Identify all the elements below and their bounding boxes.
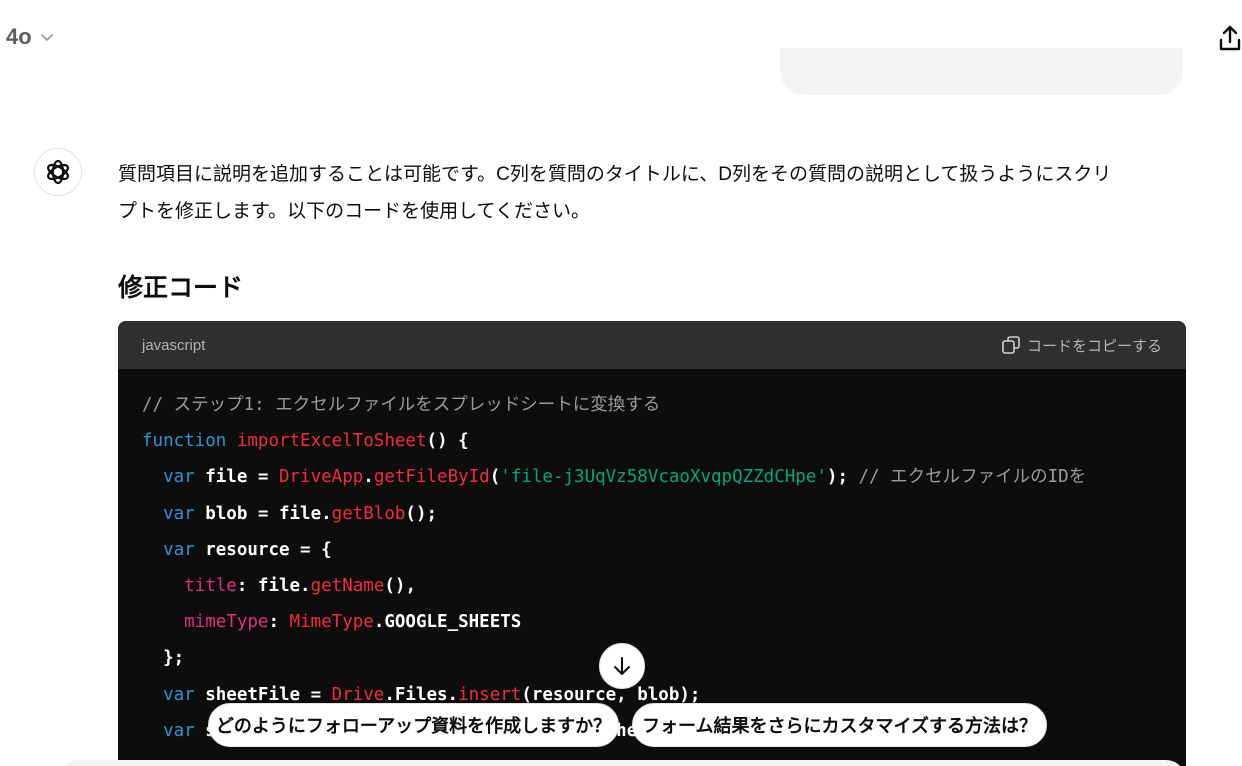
code-language-label: javascript bbox=[142, 336, 206, 354]
code-token: // ステップ1: エクセルファイルをスプレッドシートに変換する bbox=[142, 395, 661, 415]
code-token: getName bbox=[310, 575, 385, 596]
code-line: var file = DriveApp.getFileById('file-j3… bbox=[142, 459, 1186, 495]
code-token: var bbox=[163, 720, 195, 741]
code-line: function importExcelToSheet() { bbox=[142, 423, 1186, 459]
code-line: mimeType: MimeType.GOOGLE_SHEETS bbox=[142, 604, 1186, 640]
code-token: 'file-j3UqVz58VcaoXvqpQZZdCHpe' bbox=[500, 467, 827, 488]
code-block: javascript コードをコピーする // ステップ1: エクセルファイルを… bbox=[118, 321, 1186, 766]
code-token: : bbox=[268, 612, 290, 633]
assistant-paragraph-line: プトを修正します。以下のコードを使用してください。 bbox=[118, 201, 590, 222]
model-selector[interactable]: 4o bbox=[6, 24, 54, 50]
code-token: .GOOGLE_SHEETS bbox=[373, 612, 522, 633]
code-token: blob = file. bbox=[194, 503, 332, 524]
code-token: title bbox=[184, 575, 237, 596]
code-token: Drive bbox=[331, 684, 385, 705]
message-composer[interactable] bbox=[58, 760, 1186, 766]
code-token: getBlob bbox=[331, 503, 406, 524]
code-line: var resource = { bbox=[142, 532, 1186, 568]
code-token: var bbox=[163, 503, 195, 524]
copy-code-button[interactable]: コードをコピーする bbox=[1001, 335, 1162, 356]
code-token: : file. bbox=[236, 575, 311, 596]
assistant-paragraph-line: 質問項目に説明を追加することは可能です。C列を質問のタイトルに、D列をその質問の… bbox=[118, 164, 1112, 185]
code-content: // ステップ1: エクセルファイルをスプレッドシートに変換する function… bbox=[118, 369, 1186, 749]
code-token: var bbox=[163, 467, 195, 488]
code-block-header: javascript コードをコピーする bbox=[118, 321, 1186, 369]
arrow-down-icon bbox=[614, 657, 630, 675]
copy-icon bbox=[1002, 336, 1020, 354]
code-token: sheetFile = bbox=[194, 684, 332, 705]
code-token: mimeType bbox=[184, 612, 269, 633]
assistant-avatar bbox=[34, 148, 82, 196]
code-token: (resource, blob); bbox=[521, 684, 701, 705]
code-token: insert bbox=[458, 684, 522, 705]
code-token: file = bbox=[194, 467, 279, 488]
copy-code-label: コードをコピーする bbox=[1026, 337, 1162, 355]
user-message-bubble bbox=[780, 48, 1183, 95]
chevron-down-icon bbox=[40, 34, 53, 41]
code-token: importExcelToSheet bbox=[236, 431, 427, 452]
code-line: title: file.getName(), bbox=[142, 568, 1186, 604]
code-token: }; bbox=[142, 648, 185, 669]
code-token: function bbox=[142, 431, 227, 452]
code-token: MimeType bbox=[289, 612, 374, 633]
scroll-to-bottom-button[interactable] bbox=[599, 643, 645, 689]
code-token: () { bbox=[426, 431, 469, 452]
code-token: (), bbox=[384, 575, 416, 596]
openai-logo-icon bbox=[47, 159, 69, 185]
section-heading: 修正コード bbox=[118, 274, 244, 302]
code-token: resource = { bbox=[194, 539, 332, 560]
assistant-message: 質問項目に説明を追加することは可能です。C列を質問のタイトルに、D列をその質問の… bbox=[118, 156, 1188, 230]
code-line: }; bbox=[142, 640, 1186, 676]
code-token: getFileById bbox=[373, 467, 490, 488]
code-token: DriveApp bbox=[278, 467, 364, 488]
code-token: . bbox=[363, 467, 374, 488]
code-token: .Files. bbox=[384, 684, 459, 705]
share-icon[interactable] bbox=[1218, 24, 1242, 52]
code-token: var bbox=[163, 684, 195, 705]
code-line: // ステップ1: エクセルファイルをスプレッドシートに変換する bbox=[142, 387, 1186, 423]
suggestion-chip[interactable]: フォーム結果をさらにカスタマイズする方法は？ bbox=[632, 703, 1047, 747]
suggestion-chip[interactable]: どのようにフォローアップ資料を作成しますか？ bbox=[208, 703, 619, 747]
code-token: (); bbox=[405, 503, 438, 524]
model-name: 4o bbox=[6, 24, 32, 49]
code-token: var bbox=[163, 539, 195, 560]
code-line: var blob = file.getBlob(); bbox=[142, 496, 1186, 532]
code-token: ( bbox=[489, 467, 501, 488]
code-token: // エクセルファイルのIDを bbox=[858, 467, 1087, 488]
code-token: ); bbox=[826, 467, 859, 488]
